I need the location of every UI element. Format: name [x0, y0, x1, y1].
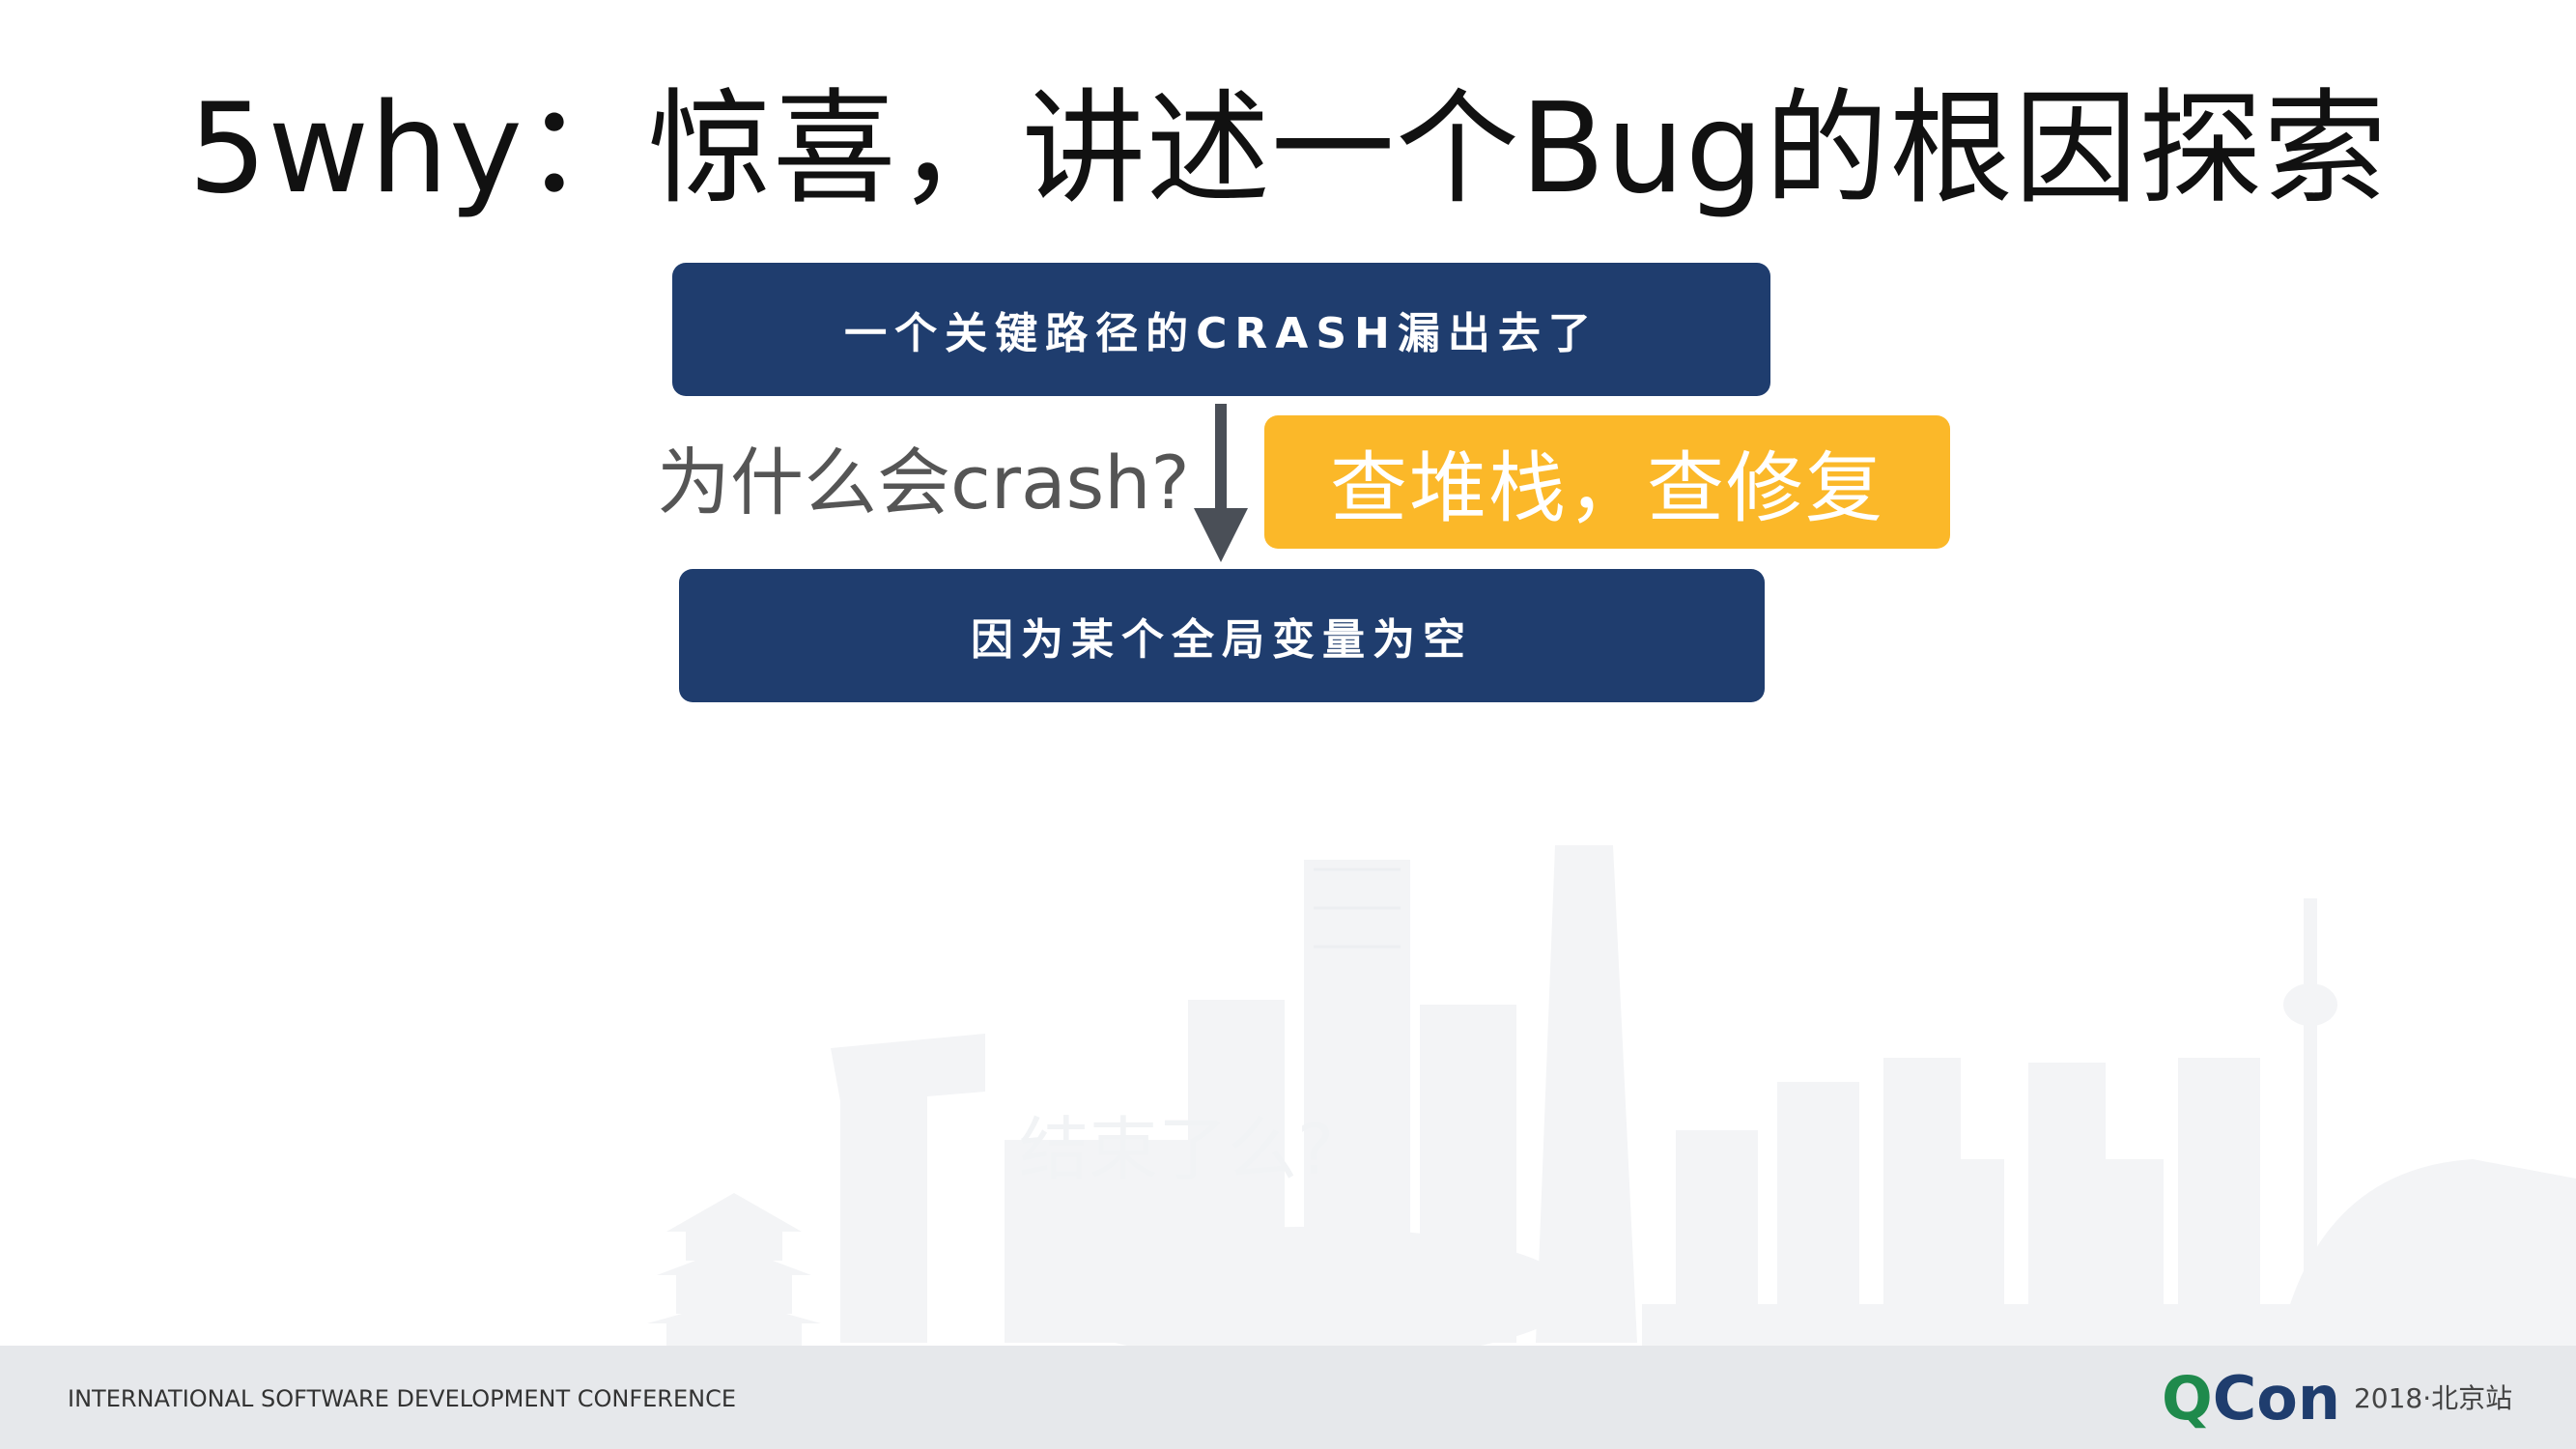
bottom-cause-box: 因为某个全局变量为空 [679, 569, 1765, 702]
fix-note-label: 查堆栈，查修复 [1330, 443, 1884, 533]
logo-con: Con [2212, 1363, 2340, 1434]
qcon-logo: Q Con 2018·北京站 [2162, 1363, 2513, 1434]
top-cause-label: 一个关键路径的CRASH漏出去了 [844, 309, 1599, 358]
why-question: 为什么会crash? [657, 440, 1190, 526]
logo-q: Q [2162, 1363, 2213, 1434]
footer-bar: INTERNATIONAL SOFTWARE DEVELOPMENT CONFE… [0, 1346, 2576, 1449]
down-arrow-icon [1194, 404, 1248, 562]
faded-question: 结束了么? [1019, 1109, 1335, 1190]
fix-note-box: 查堆栈，查修复 [1264, 415, 1950, 549]
conference-name: INTERNATIONAL SOFTWARE DEVELOPMENT CONFE… [68, 1385, 737, 1412]
slide-title: 5why：惊喜，讲述一个Bug的根因探索 [187, 77, 2389, 221]
logo-edition: 2018·北京站 [2353, 1382, 2513, 1414]
top-cause-box: 一个关键路径的CRASH漏出去了 [672, 263, 1770, 396]
slide: 5why：惊喜，讲述一个Bug的根因探索 一个关键路径的CRASH漏出去了 为什… [0, 0, 2576, 1449]
bottom-cause-label: 因为某个全局变量为空 [971, 615, 1473, 665]
